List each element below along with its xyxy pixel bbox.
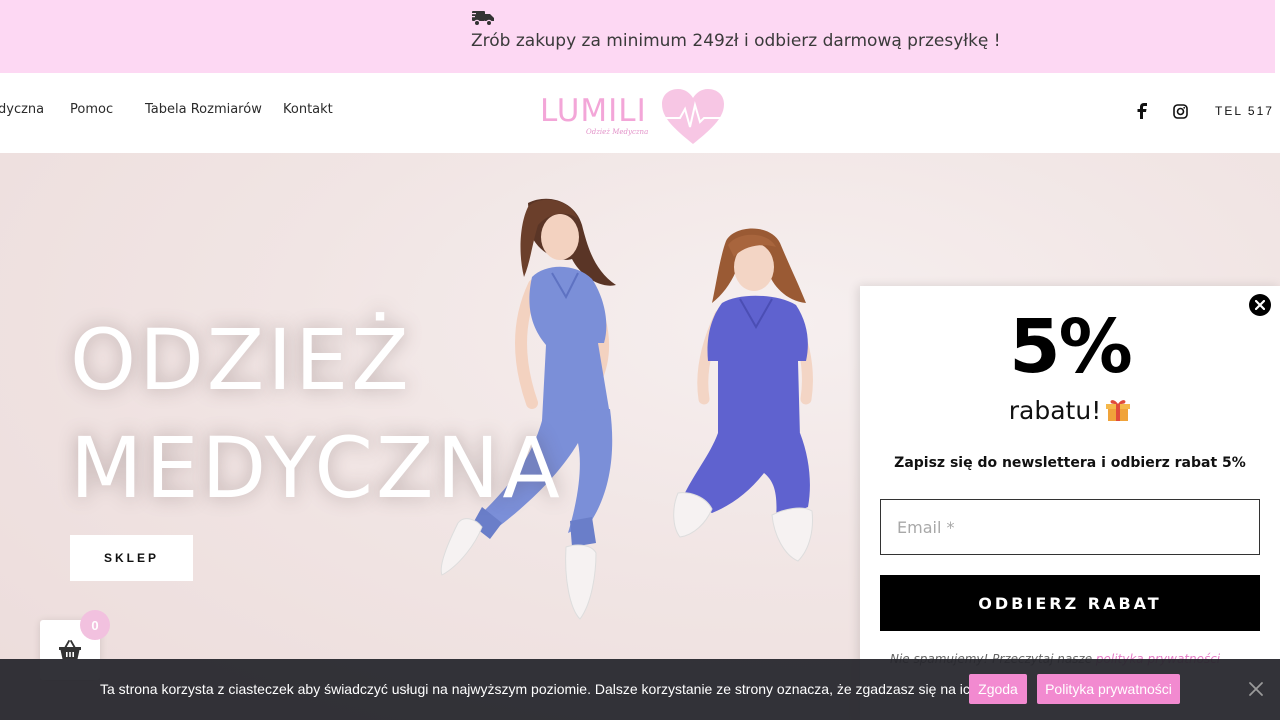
site-header: dyczna Pomoc Tabela Rozmiarów Kontakt LU…: [0, 73, 1280, 153]
heart-logo-icon: [662, 89, 724, 144]
gift-icon: [1106, 400, 1131, 421]
logo-wordmark: LUMILI: [540, 93, 647, 129]
nav-item-pomoc[interactable]: Pomoc: [70, 102, 113, 117]
promo-text: Zrób zakupy za minimum 249zł i odbierz d…: [471, 31, 1001, 51]
get-discount-button[interactable]: ODBIERZ RABAT: [880, 575, 1260, 631]
hero-title-line2: MEDYCZNA: [70, 419, 563, 517]
hero-image-nurse-right: [673, 228, 813, 562]
hero-title-line1: ODZIEŻ: [70, 311, 412, 409]
facebook-icon[interactable]: [1133, 102, 1151, 120]
newsletter-description: Zapisz się do newslettera i odbierz raba…: [894, 455, 1246, 471]
discount-percent: 5%: [1009, 304, 1133, 390]
cookie-accept-button[interactable]: Zgoda: [969, 674, 1027, 704]
instagram-icon[interactable]: [1171, 102, 1189, 120]
hero-title: ODZIEŻ MEDYCZNA: [70, 306, 563, 522]
cookie-bar: Ta strona korzysta z ciasteczek aby świa…: [0, 659, 1280, 720]
header-phone[interactable]: TEL 517: [1215, 104, 1274, 118]
truck-icon: [471, 11, 494, 27]
newsletter-popup: 5% rabatu! Zapisz się do newslettera i o…: [860, 286, 1280, 720]
basket-icon: [59, 640, 81, 659]
site-logo[interactable]: LUMILI Odzież Medyczna: [538, 87, 728, 147]
promo-bar: Zrób zakupy za minimum 249zł i odbierz d…: [0, 0, 1275, 73]
discount-label-text: rabatu!: [1008, 396, 1102, 425]
discount-label: rabatu!: [860, 396, 1280, 425]
nav-item-tabela-rozmiarow[interactable]: Tabela Rozmiarów: [145, 102, 262, 117]
cookie-close-icon[interactable]: [1246, 679, 1266, 699]
cart-count-badge: 0: [80, 610, 110, 640]
shop-button[interactable]: SKLEP: [70, 535, 193, 581]
cookie-policy-button[interactable]: Polityka prywatności: [1037, 674, 1180, 704]
cookie-message: Ta strona korzysta z ciasteczek aby świa…: [100, 681, 1026, 697]
email-field[interactable]: [880, 499, 1260, 555]
nav-item-kontakt[interactable]: Kontakt: [283, 102, 333, 117]
nav-item-odziez-medyczna[interactable]: dyczna: [0, 102, 44, 117]
logo-tagline: Odzież Medyczna: [586, 128, 649, 136]
